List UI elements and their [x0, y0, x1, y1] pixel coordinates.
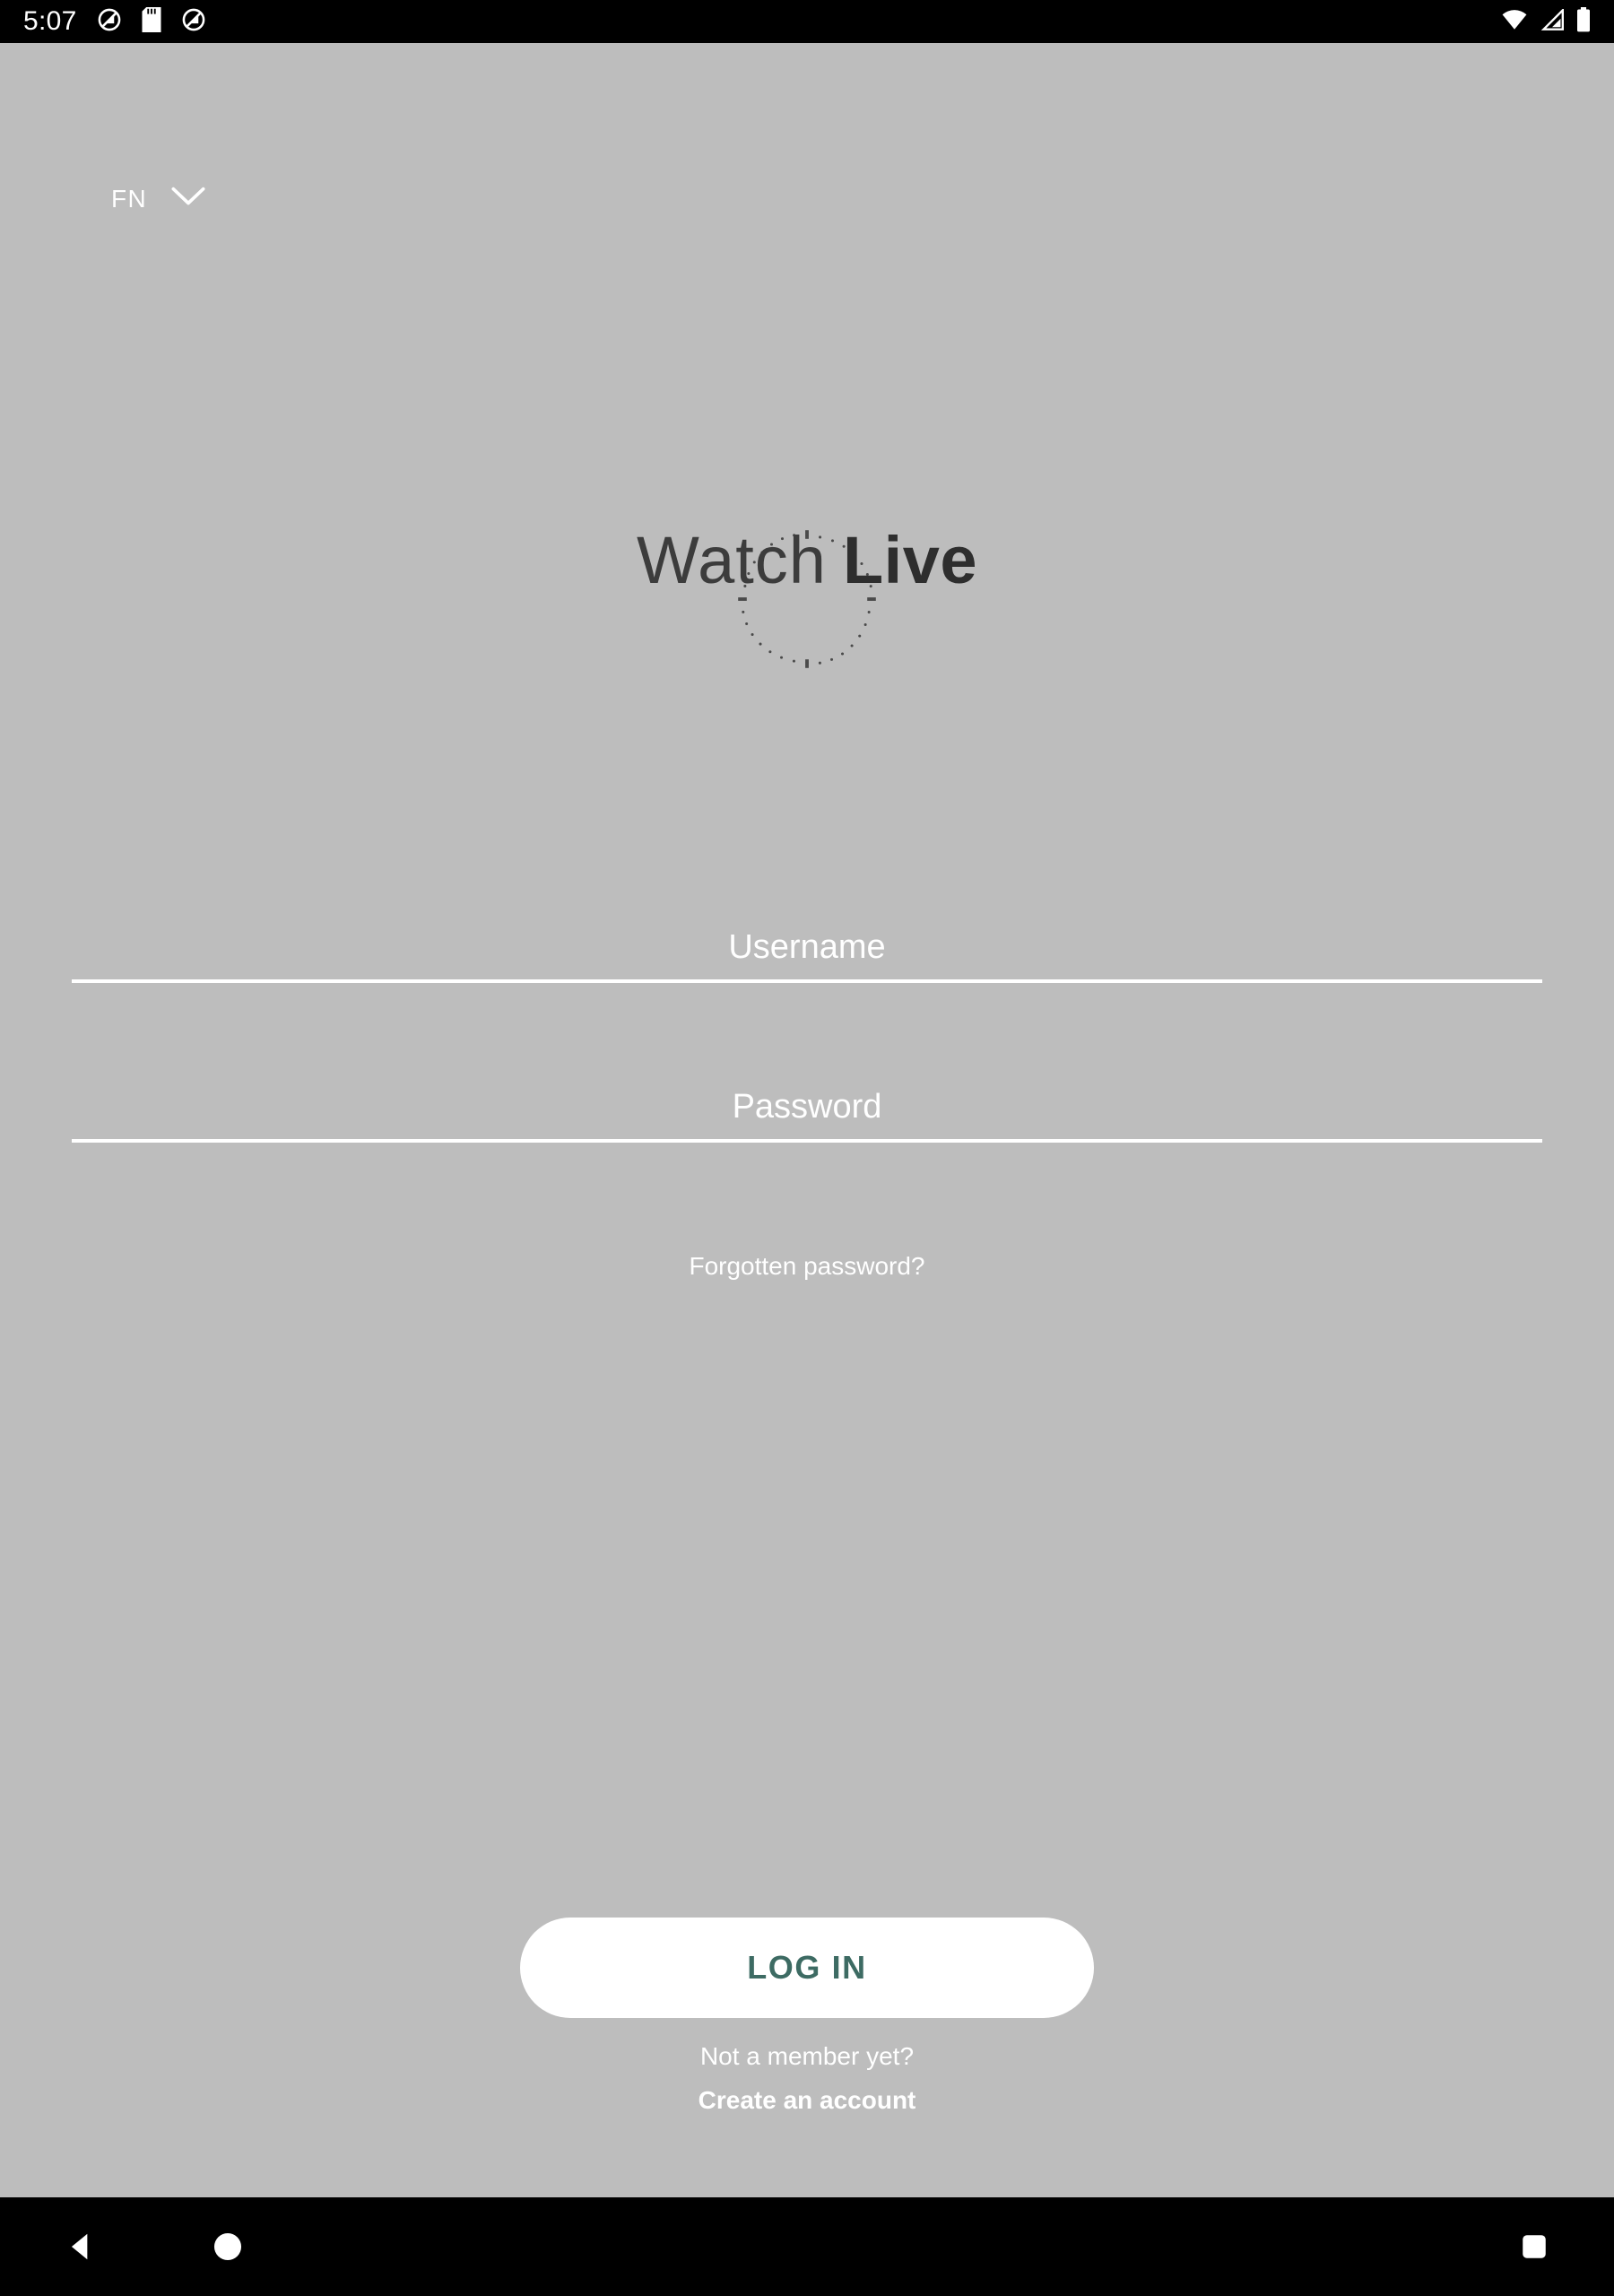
no-signal-icon [181, 7, 206, 37]
log-in-button[interactable]: LOG IN [520, 1918, 1094, 2018]
username-input[interactable] [72, 929, 1542, 967]
no-signal-icon [97, 7, 122, 37]
wifi-icon [1501, 9, 1528, 35]
password-field[interactable] [72, 1028, 1542, 1143]
back-button[interactable] [56, 2221, 108, 2273]
home-button[interactable] [202, 2221, 254, 2273]
status-bar: 5:07 [0, 0, 1614, 43]
login-screen: FN Watch Live Username Forgotten passwor… [0, 43, 1614, 2197]
create-account-link[interactable]: Create an account [699, 2086, 916, 2115]
logo-word-watch: Watch [636, 523, 827, 597]
status-bar-left: 5:07 [23, 6, 206, 37]
android-device-screen: 5:07 FN Watch Live Username Forgotten pa… [0, 0, 1614, 2296]
signup-section: Not a member yet? Create an account [0, 2042, 1614, 2115]
cellular-signal-icon [1540, 7, 1564, 35]
forgot-password-row: Forgotten password? [0, 1254, 1614, 1279]
login-button-row: LOG IN [0, 1918, 1614, 2018]
username-field[interactable] [72, 868, 1542, 983]
recents-button[interactable] [1510, 2222, 1558, 2271]
password-input[interactable] [72, 1089, 1542, 1126]
android-navigation-bar [0, 2197, 1614, 2296]
status-bar-right [1501, 6, 1591, 37]
login-form [72, 868, 1542, 1143]
logo-text: Watch Live [637, 527, 977, 594]
circle-home-icon [211, 2232, 245, 2266]
logo-word-live: Live [842, 523, 978, 597]
sd-card-icon [142, 6, 161, 37]
forgot-password-link[interactable]: Forgotten password? [689, 1254, 924, 1279]
language-code-label: FN [111, 184, 148, 213]
chevron-down-icon [170, 185, 206, 213]
status-clock: 5:07 [23, 6, 77, 36]
battery-icon [1576, 6, 1591, 37]
signup-question-label: Not a member yet? [699, 2042, 915, 2070]
app-logo: Watch Live [0, 527, 1614, 671]
language-selector[interactable]: FN [111, 185, 206, 213]
square-recents-icon [1519, 2235, 1549, 2265]
triangle-back-icon [65, 2233, 99, 2266]
